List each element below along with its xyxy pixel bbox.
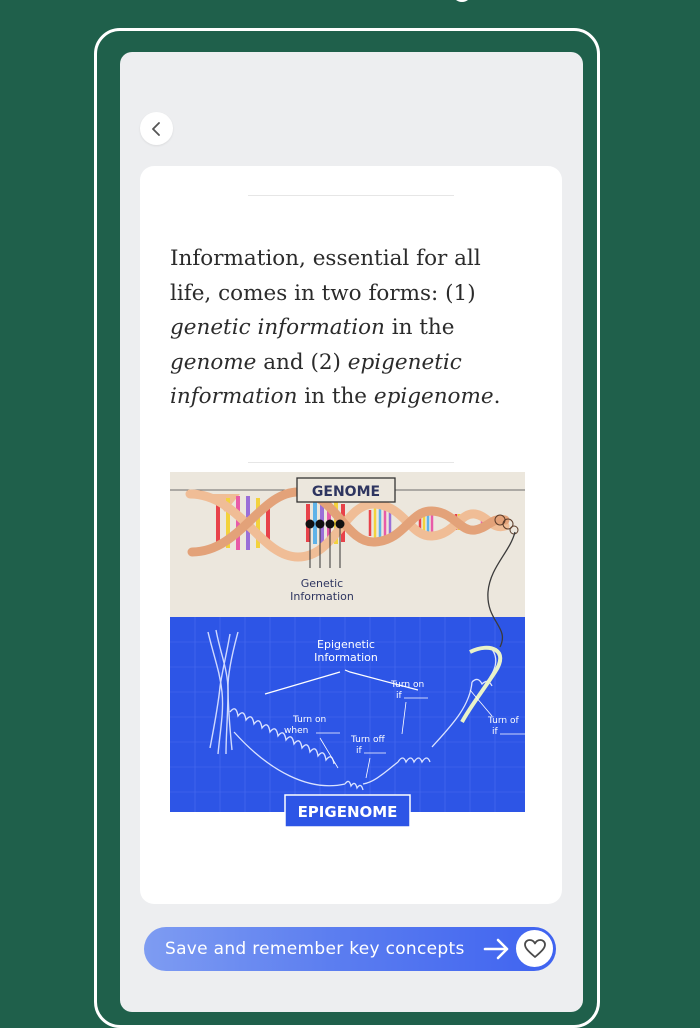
turn-of-right-label-2: if <box>492 727 499 737</box>
turn-off-if-label-1: Turn off <box>350 735 385 745</box>
card-text-emphasis: genome <box>170 349 257 375</box>
arrow-right-icon <box>483 938 509 960</box>
genetic-info-label-1: Genetic <box>301 577 343 590</box>
turn-of-right-label-1: Turn of <box>487 716 519 726</box>
heart-icon <box>523 938 546 958</box>
turn-on-if-label-1: Turn on <box>390 680 424 690</box>
card-body-text: Information, essential for all life, com… <box>170 242 520 415</box>
save-concepts-label: Save and remember key concepts <box>165 939 465 959</box>
genome-label: GENOME <box>312 484 380 500</box>
genetic-info-label-2: Information <box>290 590 354 603</box>
turn-on-when-label-2: when <box>284 726 308 736</box>
device-top-indicator <box>452 0 472 2</box>
turn-off-if-label-2: if <box>356 746 363 756</box>
back-button[interactable] <box>140 112 173 145</box>
app-screen: Information, essential for all life, com… <box>120 52 583 1012</box>
card-text-run: in the <box>297 384 374 409</box>
card-text-run: and (2) <box>256 349 348 375</box>
card-text-emphasis: epigenome <box>373 384 494 409</box>
favorite-button[interactable] <box>516 930 553 967</box>
epigenetic-info-label-2: Information <box>314 651 378 664</box>
content-card: Information, essential for all life, com… <box>140 166 562 904</box>
card-text-run: Information, essential for all life, com… <box>170 246 481 306</box>
chevron-left-icon <box>151 121 160 136</box>
turn-on-when-label-1: Turn on <box>292 715 326 725</box>
card-text-run: in the <box>384 315 455 340</box>
epigenome-label: EPIGENOME <box>298 803 398 821</box>
epigenetic-info-label-1: Epigenetic <box>317 638 375 651</box>
card-text-emphasis: genetic information <box>170 315 385 340</box>
card-divider-top <box>248 195 454 196</box>
card-divider-mid <box>248 462 454 463</box>
genome-epigenome-illustration: GENOME Genetic Information Epigenetic In… <box>170 472 525 828</box>
save-concepts-button[interactable]: Save and remember key concepts <box>144 927 556 971</box>
turn-on-if-label-2: if <box>396 691 403 701</box>
card-text-run: . <box>493 384 501 409</box>
